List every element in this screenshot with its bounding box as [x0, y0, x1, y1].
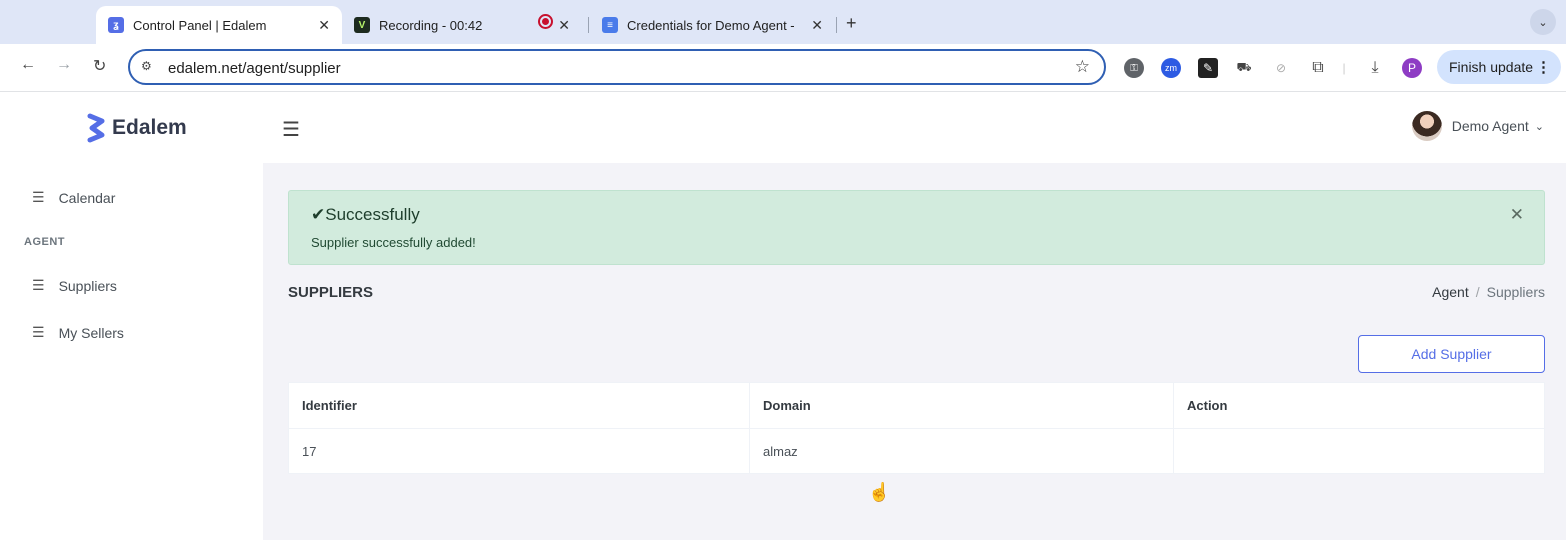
column-header-action: Action — [1173, 382, 1545, 429]
sidebar-item-label: My Sellers — [58, 324, 124, 341]
app-logo[interactable]: Edalem — [86, 113, 187, 143]
recording-favicon-icon: V — [354, 17, 370, 33]
suppliers-table: Identifier Domain Action 17 almaz — [288, 382, 1545, 474]
alert-message: Supplier successfully added! — [311, 235, 476, 250]
address-bar[interactable]: ⚙ edalem.net/agent/supplier ☆ — [128, 49, 1106, 85]
browser-tab-strip: ʓ Control Panel | Edalem ✕ V Recording -… — [0, 0, 1566, 44]
breadcrumb-separator: / — [1475, 284, 1480, 300]
address-bar-url[interactable]: edalem.net/agent/supplier — [168, 60, 341, 77]
chevron-down-icon: ⌄ — [1534, 120, 1544, 133]
avatar — [1411, 111, 1442, 141]
sidebar-item-label: Calendar — [58, 189, 116, 206]
cart-extension-icon[interactable]: ⛟ — [1234, 58, 1254, 78]
download-icon[interactable]: ⤓ — [1365, 58, 1385, 78]
column-header-domain: Domain — [749, 382, 1174, 429]
user-name: Demo Agent — [1451, 118, 1529, 134]
password-manager-icon[interactable]: ⚿ — [1124, 58, 1144, 78]
main-content: ✔Successfully Supplier successfully adde… — [263, 163, 1566, 540]
tab-credentials[interactable]: ≡ Credentials for Demo Agent - ✕ — [590, 6, 835, 44]
tab-separator — [588, 17, 589, 33]
sidebar-item-suppliers[interactable]: ☰ Suppliers — [32, 277, 117, 294]
finish-update-label: Finish update — [1449, 59, 1534, 75]
docs-favicon-icon: ≡ — [602, 17, 618, 33]
browser-toolbar: ← → ↻ ⚙ edalem.net/agent/supplier ☆ ⚿ zm… — [0, 44, 1566, 92]
close-tab-icon[interactable]: ✕ — [558, 17, 570, 34]
back-arrow-icon[interactable]: ← — [20, 56, 36, 74]
app-header: Edalem ☰ Demo Agent ⌄ — [0, 93, 1566, 163]
new-tab-icon[interactable]: + — [846, 13, 857, 34]
cell-identifier: 17 — [288, 428, 750, 474]
column-header-identifier: Identifier — [288, 382, 750, 429]
tab-separator — [836, 17, 837, 33]
list-icon: ☰ — [32, 324, 45, 340]
sidebar-item-my-sellers[interactable]: ☰ My Sellers — [32, 324, 124, 341]
close-icon[interactable]: ✕ — [1510, 205, 1524, 225]
reload-icon[interactable]: ↻ — [93, 56, 106, 76]
tab-search-chevron-icon[interactable]: ⌄ — [1530, 9, 1556, 35]
recording-indicator-icon — [538, 14, 553, 29]
cell-action — [1173, 428, 1545, 474]
list-icon: ☰ — [32, 189, 45, 205]
edit-extension-icon[interactable]: ✎ — [1198, 58, 1218, 78]
list-icon: ☰ — [32, 277, 45, 293]
sidebar: ☰ Calendar AGENT ☰ Suppliers ☰ My Seller… — [0, 163, 263, 540]
sidebar-section-title: AGENT — [24, 236, 65, 248]
tab-title: Recording - 00:42 — [379, 17, 483, 33]
profile-avatar-icon[interactable]: P — [1402, 58, 1422, 78]
compass-extension-icon[interactable]: ⊘ — [1271, 58, 1291, 78]
more-menu-icon[interactable]: ⋮ — [1536, 58, 1551, 76]
close-tab-icon[interactable]: ✕ — [318, 17, 330, 34]
breadcrumb-current: Suppliers — [1486, 284, 1545, 300]
extensions-puzzle-icon[interactable]: ⧉ — [1308, 58, 1328, 78]
page-title: SUPPLIERS — [288, 284, 374, 301]
tab-control-panel[interactable]: ʓ Control Panel | Edalem ✕ — [96, 6, 342, 44]
breadcrumb: Agent / Suppliers — [1432, 284, 1545, 300]
breadcrumb-parent[interactable]: Agent — [1432, 284, 1469, 300]
sidebar-item-calendar[interactable]: ☰ Calendar — [32, 189, 115, 206]
menu-toggle-icon[interactable]: ☰ — [282, 117, 300, 142]
hand-cursor-icon: ☝ — [868, 482, 891, 502]
alert-title: ✔Successfully — [311, 205, 420, 224]
edalem-favicon-icon: ʓ — [108, 17, 124, 33]
cell-domain: almaz — [749, 428, 1174, 474]
user-menu[interactable]: Demo Agent ⌄ — [1411, 111, 1544, 141]
forward-arrow-icon[interactable]: → — [56, 56, 72, 74]
success-alert: ✔Successfully Supplier successfully adde… — [288, 190, 1545, 265]
add-supplier-button[interactable]: Add Supplier — [1358, 335, 1545, 373]
sidebar-item-label: Suppliers — [58, 277, 117, 294]
tab-title: Credentials for Demo Agent - — [627, 17, 795, 33]
zm-extension-icon[interactable]: zm — [1161, 58, 1181, 78]
edalem-logo-icon — [87, 113, 105, 143]
site-settings-icon[interactable]: ⚙ — [141, 59, 152, 73]
logo-text: Edalem — [112, 116, 187, 139]
bookmark-star-icon[interactable]: ☆ — [1075, 57, 1090, 77]
table-header-row: Identifier Domain Action — [288, 382, 1545, 429]
table-row: 17 almaz — [288, 428, 1545, 474]
toolbar-separator: | — [1342, 61, 1346, 75]
finish-update-button[interactable]: Finish update ⋮ — [1437, 50, 1561, 84]
tab-title: Control Panel | Edalem — [133, 17, 267, 33]
close-tab-icon[interactable]: ✕ — [811, 17, 823, 34]
